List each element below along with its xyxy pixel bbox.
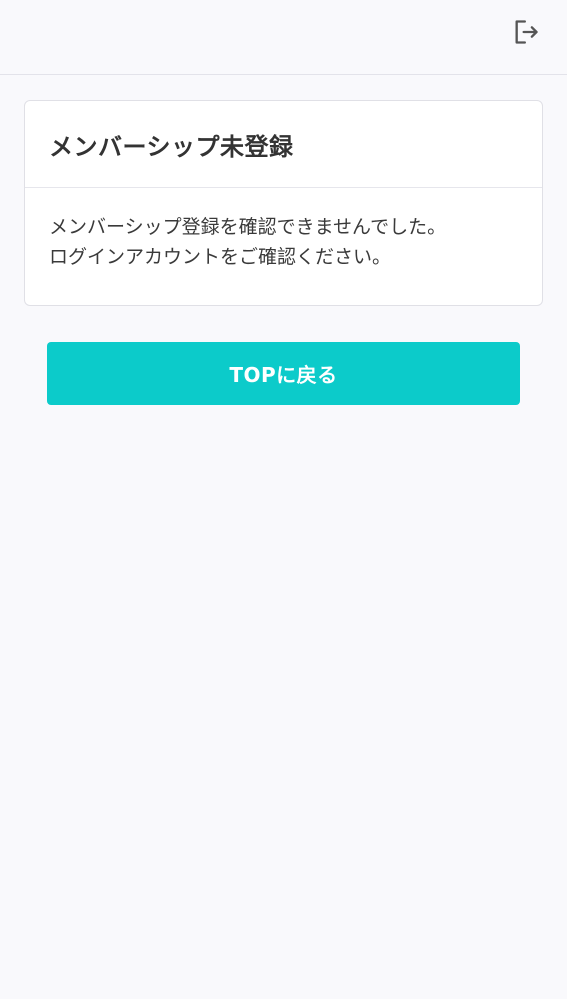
card-header: メンバーシップ未登録	[25, 101, 542, 188]
card-message-line-2: ログインアカウントをご確認ください。	[49, 246, 392, 268]
card-message-line-1: メンバーシップ登録を確認できませんでした。	[49, 216, 447, 238]
membership-status-card: メンバーシップ未登録 メンバーシップ登録を確認できませんでした。 ログインアカウ…	[24, 100, 543, 306]
card-body: メンバーシップ登録を確認できませんでした。 ログインアカウントをご確認ください。	[25, 188, 542, 272]
back-to-top-button[interactable]: TOPに戻る	[47, 342, 520, 405]
logout-button[interactable]	[506, 12, 546, 52]
logout-icon	[515, 20, 538, 44]
card-title: メンバーシップ未登録	[49, 132, 294, 161]
app-header	[0, 0, 567, 75]
